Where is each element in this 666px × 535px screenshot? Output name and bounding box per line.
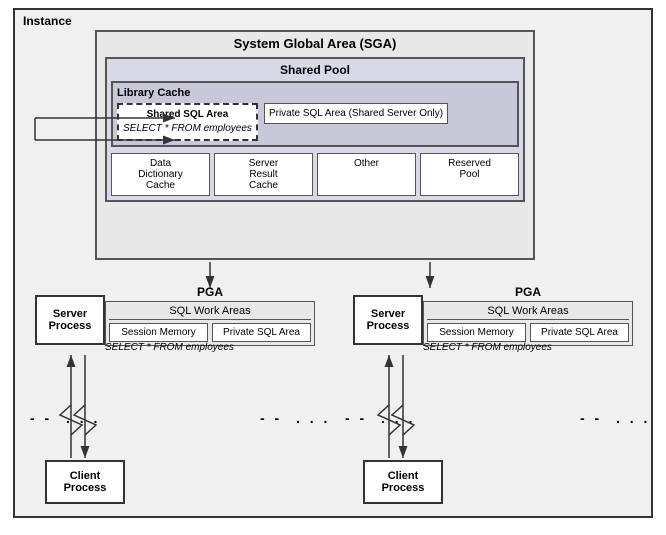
shared-pool-bottom: DataDictionaryCache ServerResultCache Ot… [111,153,519,196]
shared-pool-label: Shared Pool [111,63,519,77]
sql-work-areas-right: SQL Work Areas [427,305,629,320]
sga-label: System Global Area (SGA) [97,32,533,53]
shared-pool-box: Shared Pool Library Cache Shared SQL Are… [105,57,525,202]
private-sql-area-right: Private SQL Area [530,323,629,342]
pga-left-box: SQL Work Areas Session Memory Private SQ… [105,301,315,346]
client-process-left-label: Client Process [47,470,123,494]
library-cache-inner: Shared SQL Area SELECT * FROM employees … [117,103,513,141]
dashes-left: - - . . . [30,410,100,426]
server-process-right-label: Server Process [355,308,421,332]
library-cache-box: Library Cache Shared SQL Area SELECT * F… [111,81,519,147]
pga-left-inner: Session Memory Private SQL Area [109,323,311,342]
server-process-left-label: Server Process [37,308,103,332]
client-process-left: Client Process [45,460,125,504]
pga-left-section: PGA SQL Work Areas Session Memory Privat… [105,285,315,346]
shared-sql-label: Shared SQL Area [123,109,252,120]
session-memory-right: Session Memory [427,323,526,342]
pga-right-label: PGA [423,285,633,299]
dashes-right: - - . . . [580,410,650,426]
shared-sql-area: Shared SQL Area SELECT * FROM employees [117,103,258,141]
other-pool: Other [317,153,416,196]
server-result-cache: ServerResultCache [214,153,313,196]
pga-right-box: SQL Work Areas Session Memory Private SQ… [423,301,633,346]
pga-right-inner: Session Memory Private SQL Area [427,323,629,342]
data-dictionary-cache: DataDictionaryCache [111,153,210,196]
server-process-left: Server Process [35,295,105,345]
shared-sql-code: SELECT * FROM employees [123,122,252,135]
reserved-pool: ReservedPool [420,153,519,196]
private-sql-area: Private SQL Area (Shared Server Only) [264,103,448,124]
main-container: Instance System Global Area (SGA) Shared… [13,8,653,518]
dashes-middle-right: - - . . . [345,410,415,426]
dashes-middle-left: - - . . . [260,410,330,426]
pga-left-label: PGA [105,285,315,299]
private-sql-area-left: Private SQL Area [212,323,311,342]
instance-label: Instance [23,14,72,28]
session-memory-left: Session Memory [109,323,208,342]
client-process-right-label: Client Process [365,470,441,494]
private-sql-label: Private SQL Area (Shared Server Only) [269,108,443,119]
select-query-right: SELECT * FROM employees [423,342,552,353]
sql-work-areas-left: SQL Work Areas [109,305,311,320]
client-process-right: Client Process [363,460,443,504]
server-process-right: Server Process [353,295,423,345]
library-cache-label: Library Cache [117,87,513,99]
select-query-left: SELECT * FROM employees [105,342,234,353]
pga-right-section: PGA SQL Work Areas Session Memory Privat… [423,285,633,346]
sga-box: System Global Area (SGA) Shared Pool Lib… [95,30,535,260]
